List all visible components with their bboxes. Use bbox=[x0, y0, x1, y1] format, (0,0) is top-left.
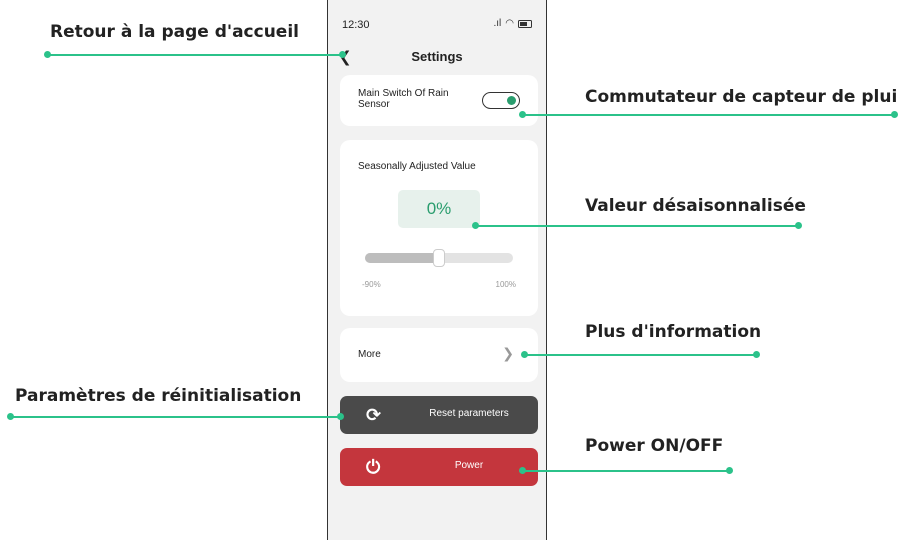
connector-dot bbox=[337, 413, 344, 420]
refresh-icon: ⟳ bbox=[366, 405, 382, 425]
power-label: Power bbox=[454, 460, 484, 471]
power-button[interactable]: ⏻ Power bbox=[340, 448, 538, 486]
connector-seasonal bbox=[475, 225, 799, 227]
connector-dot bbox=[795, 222, 802, 229]
connector-dot bbox=[891, 111, 898, 118]
connector-dot bbox=[519, 111, 526, 118]
connector-dot bbox=[753, 351, 760, 358]
connector-rain bbox=[522, 114, 896, 116]
seasonal-slider[interactable] bbox=[365, 249, 513, 267]
slider-fill bbox=[365, 253, 439, 263]
connector-dot bbox=[339, 51, 346, 58]
rain-switch-card: Main Switch Of Rain Sensor bbox=[340, 75, 538, 126]
connector-dot bbox=[519, 467, 526, 474]
callout-more: Plus d'information bbox=[585, 322, 762, 342]
slider-min-label: -90% bbox=[362, 280, 381, 289]
callout-seasonal: Valeur désaisonnalisée bbox=[585, 196, 806, 216]
reset-parameters-button[interactable]: ⟳ Reset parameters bbox=[340, 396, 538, 434]
rain-switch-toggle[interactable] bbox=[482, 92, 520, 109]
connector-dot bbox=[472, 222, 479, 229]
callout-rain-switch: Commutateur de capteur de pluie bbox=[585, 87, 898, 107]
phone-screen: 12:30 .ıl ◠ ❮ Settings Main Switch Of Ra… bbox=[327, 0, 547, 540]
connector-home bbox=[47, 54, 343, 56]
slider-max-label: 100% bbox=[495, 280, 516, 289]
connector-power bbox=[522, 470, 730, 472]
seasonal-value: 0% bbox=[398, 190, 480, 228]
rain-switch-label: Main Switch Of Rain Sensor bbox=[358, 88, 449, 110]
toggle-knob bbox=[507, 95, 516, 105]
connector-more bbox=[524, 354, 757, 356]
slider-thumb[interactable] bbox=[433, 249, 445, 267]
status-time: 12:30 bbox=[342, 19, 370, 31]
callout-home: Retour à la page d'accueil bbox=[50, 22, 299, 42]
wifi-icon: ◠ bbox=[505, 18, 514, 29]
connector-dot bbox=[44, 51, 51, 58]
seasonal-label: Seasonally Adjusted Value bbox=[358, 161, 476, 172]
status-icons: .ıl ◠ bbox=[493, 18, 532, 29]
more-label: More bbox=[358, 349, 381, 360]
signal-icon: .ıl bbox=[493, 18, 502, 29]
connector-dot bbox=[521, 351, 528, 358]
seasonal-card: Seasonally Adjusted Value 0% -90% 100% bbox=[340, 140, 538, 316]
callout-power: Power ON/OFF bbox=[585, 436, 724, 456]
page-title: Settings bbox=[411, 49, 463, 64]
callout-reset: Paramètres de réinitialisation bbox=[15, 386, 302, 406]
chevron-right-icon: ❯ bbox=[502, 345, 514, 361]
connector-dot bbox=[7, 413, 14, 420]
reset-label: Reset parameters bbox=[429, 408, 509, 419]
power-icon: ⏻ bbox=[366, 457, 381, 477]
connector-reset bbox=[10, 416, 342, 418]
more-row[interactable]: More ❯ bbox=[340, 328, 538, 382]
connector-dot bbox=[726, 467, 733, 474]
battery-icon bbox=[518, 19, 532, 28]
